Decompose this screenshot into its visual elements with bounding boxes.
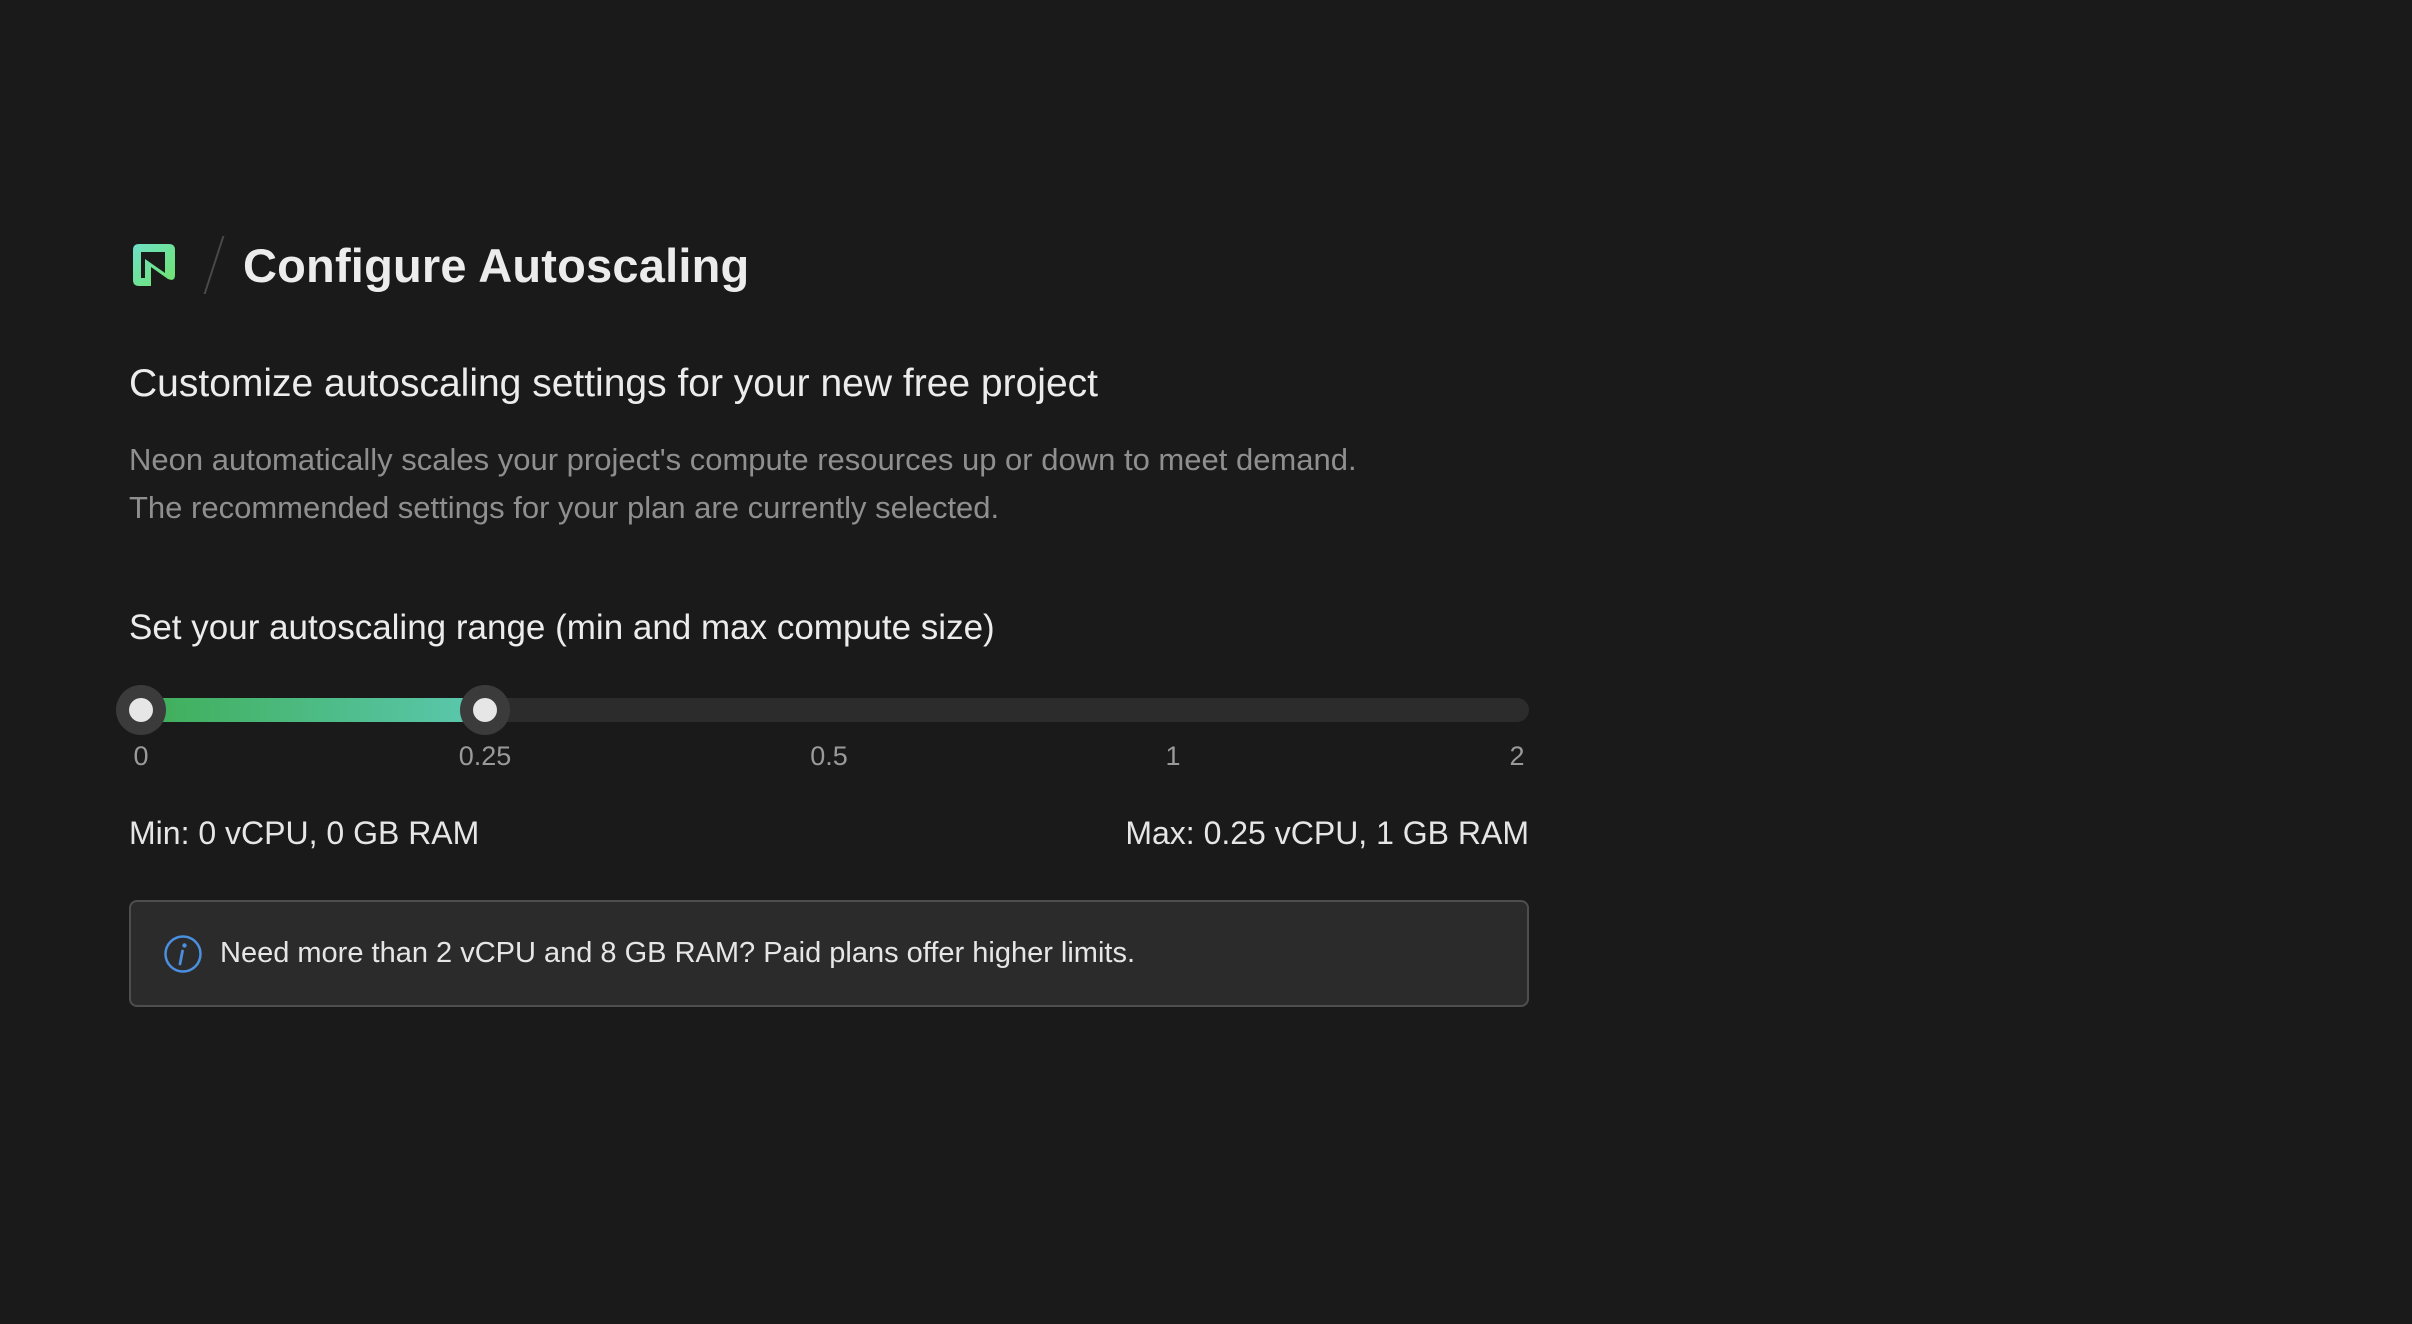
description-line: The recommended settings for your plan a… xyxy=(129,490,1000,525)
section-subtitle: Customize autoscaling settings for your … xyxy=(129,362,1098,405)
slider-selected-range xyxy=(141,698,485,722)
slider-tick-label: 0 xyxy=(133,741,149,771)
slider-tick-label: 1 xyxy=(1165,741,1181,771)
neon-logo-icon[interactable] xyxy=(129,240,179,290)
max-slider-handle[interactable] xyxy=(460,685,510,735)
max-compute-text: Max: 0.25 vCPU, 1 GB RAM xyxy=(1125,815,1529,851)
page-header: Configure Autoscaling xyxy=(129,235,749,295)
slider-tick-labels: 0 0.25 0.5 1 2 xyxy=(129,741,1529,781)
slider-tick-label: 2 xyxy=(1509,741,1525,771)
min-compute-text: Min: 0 vCPU, 0 GB RAM xyxy=(129,815,480,851)
slider-tick-label: 0.5 xyxy=(810,741,848,771)
slider-tick-label: 0.25 xyxy=(458,741,512,771)
upgrade-info-notice: Need more than 2 vCPU and 8 GB RAM? Paid… xyxy=(129,900,1529,1007)
min-slider-handle[interactable] xyxy=(116,685,166,735)
autoscaling-range-slider[interactable] xyxy=(116,685,1529,735)
page-title: Configure Autoscaling xyxy=(243,238,750,292)
info-icon xyxy=(164,934,202,973)
autoscaling-range-label: Set your autoscaling range (min and max … xyxy=(129,608,995,647)
notice-text: Need more than 2 vCPU and 8 GB RAM? Paid… xyxy=(220,937,1136,969)
section-description: Neon automatically scales your project's… xyxy=(129,436,1357,532)
description-line: Neon automatically scales your project's… xyxy=(129,442,1357,477)
breadcrumb-divider xyxy=(203,236,225,294)
